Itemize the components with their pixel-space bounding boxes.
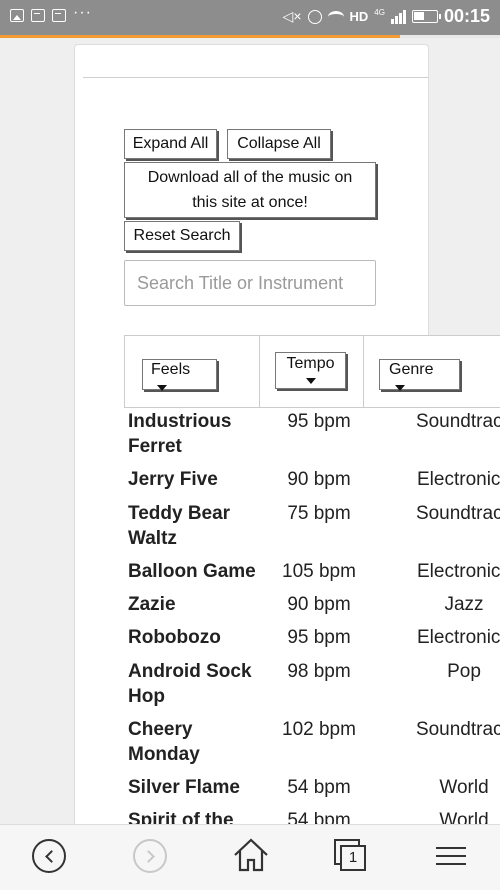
song-title[interactable]: Balloon Game bbox=[128, 559, 263, 584]
chevron-down-icon bbox=[157, 384, 167, 391]
tabs-icon: 1 bbox=[334, 839, 366, 871]
song-genre: Electronica bbox=[417, 627, 500, 648]
face-icon bbox=[31, 9, 45, 22]
song-tempo: 54 bpm bbox=[287, 777, 351, 798]
clock: 00:15 bbox=[443, 6, 490, 26]
song-title[interactable]: Industrious Ferret bbox=[128, 409, 263, 459]
song-tempo: 75 bpm bbox=[287, 503, 351, 524]
tab-count: 1 bbox=[340, 845, 366, 871]
image-icon bbox=[10, 9, 24, 22]
mute-icon: ◁× bbox=[282, 8, 302, 24]
menu-icon bbox=[436, 847, 466, 865]
song-genre: World bbox=[439, 810, 489, 824]
song-title[interactable]: Jerry Five bbox=[128, 467, 263, 492]
network-type: HD bbox=[349, 9, 369, 24]
song-genre: Pop bbox=[447, 661, 481, 682]
browser-nav-bar: 1 bbox=[0, 824, 500, 890]
more-notifications-icon: ··· bbox=[73, 3, 92, 21]
song-tempo: 95 bpm bbox=[287, 627, 351, 648]
music-table: Feels Tempo Genre Industrious Ferret 95 … bbox=[124, 335, 500, 824]
song-title[interactable]: Robobozo bbox=[128, 625, 263, 650]
table-header: Feels Tempo Genre bbox=[124, 335, 500, 408]
chevron-down-icon bbox=[305, 378, 316, 384]
song-genre: Electronica bbox=[417, 469, 500, 490]
home-icon bbox=[234, 838, 268, 872]
song-title[interactable]: Android Sock Hop bbox=[128, 659, 263, 709]
song-title[interactable]: Zazie bbox=[128, 592, 263, 617]
search-input[interactable] bbox=[124, 260, 376, 306]
song-genre: Soundtrack bbox=[415, 411, 500, 432]
signal-type: 4G bbox=[374, 8, 385, 17]
chevron-left-icon bbox=[44, 849, 58, 863]
menu-button[interactable] bbox=[436, 841, 466, 871]
chevron-down-icon bbox=[395, 384, 405, 391]
tempo-label: Tempo bbox=[286, 355, 335, 372]
song-genre: Soundtrack bbox=[415, 503, 500, 524]
tempo-filter-button[interactable]: Tempo bbox=[275, 352, 346, 389]
web-page[interactable]: Expand All Collapse All Download all of … bbox=[0, 38, 500, 824]
divider bbox=[83, 77, 428, 78]
song-tempo: 90 bpm bbox=[287, 594, 351, 615]
forward-button[interactable] bbox=[133, 839, 167, 873]
song-tempo: 95 bpm bbox=[287, 411, 351, 432]
genre-filter-button[interactable]: Genre bbox=[379, 359, 460, 391]
song-genre: World bbox=[439, 777, 489, 798]
wifi-icon bbox=[327, 10, 344, 23]
song-tempo: 98 bpm bbox=[287, 661, 351, 682]
alarm-icon bbox=[307, 9, 322, 24]
song-tempo: 105 bpm bbox=[282, 561, 356, 582]
song-genre: Electronica bbox=[417, 561, 500, 582]
collapse-all-button[interactable]: Collapse All bbox=[227, 129, 331, 159]
status-bar: ··· ◁× HD 4G 00:15 bbox=[0, 0, 500, 35]
song-tempo: 90 bpm bbox=[287, 469, 351, 490]
tabs-button[interactable]: 1 bbox=[334, 839, 366, 871]
song-tempo: 102 bpm bbox=[282, 719, 356, 740]
song-tempo: 54 bpm bbox=[287, 810, 351, 824]
song-title[interactable]: Teddy Bear Waltz bbox=[128, 501, 263, 551]
song-genre: Soundtrack bbox=[415, 719, 500, 740]
genre-label: Genre bbox=[389, 361, 434, 378]
chevron-right-icon bbox=[141, 849, 155, 863]
song-title[interactable]: Silver Flame bbox=[128, 775, 263, 800]
signal-icon bbox=[390, 9, 406, 24]
feels-filter-button[interactable]: Feels bbox=[142, 359, 217, 391]
battery-icon bbox=[411, 10, 441, 23]
reset-search-button[interactable]: Reset Search bbox=[124, 221, 240, 251]
song-genre: Jazz bbox=[444, 594, 484, 615]
back-button[interactable] bbox=[32, 839, 66, 873]
song-title[interactable]: Cheery Monday bbox=[128, 717, 263, 767]
feels-label: Feels bbox=[151, 361, 191, 378]
song-title[interactable]: Spirit of the bbox=[128, 808, 263, 824]
expand-all-button[interactable]: Expand All bbox=[124, 129, 217, 159]
home-button[interactable] bbox=[232, 837, 270, 878]
face-icon bbox=[52, 9, 66, 22]
download-all-button[interactable]: Download all of the music on this site a… bbox=[124, 162, 376, 218]
